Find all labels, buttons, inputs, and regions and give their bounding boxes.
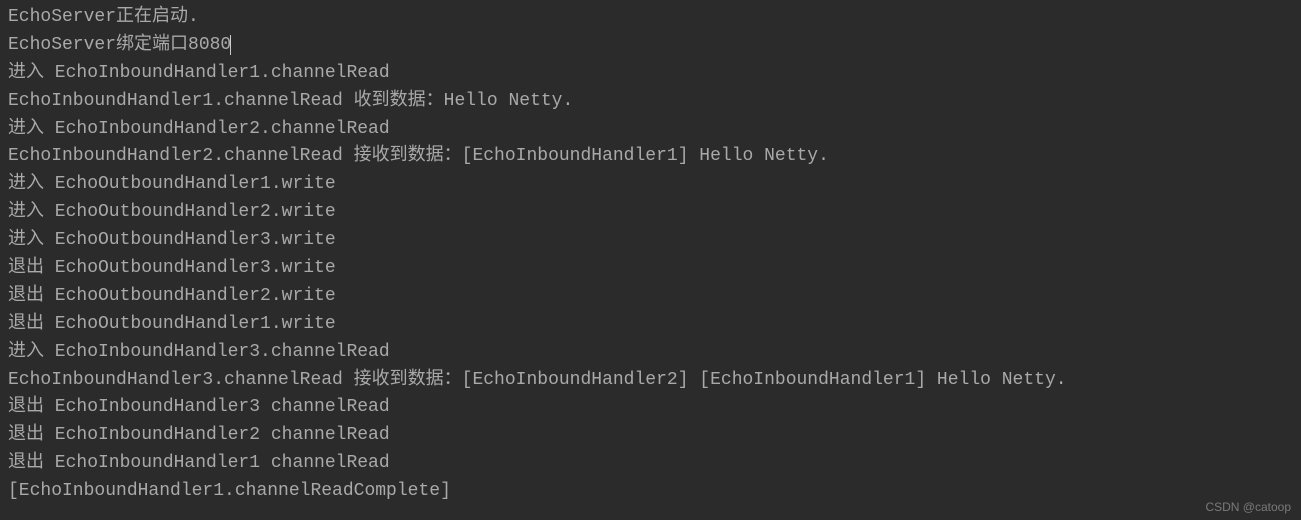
- log-line: EchoInboundHandler3.channelRead 接收到数据：[E…: [8, 367, 1293, 395]
- log-line: EchoInboundHandler1.channelRead 收到数据：Hel…: [8, 88, 1293, 116]
- log-line: 退出 EchoInboundHandler2 channelRead: [8, 422, 1293, 450]
- log-line: 退出 EchoOutboundHandler3.write: [8, 255, 1293, 283]
- log-line: 进入 EchoInboundHandler2.channelRead: [8, 116, 1293, 144]
- console-output[interactable]: EchoServer正在启动.EchoServer绑定端口8080进入 Echo…: [8, 4, 1293, 506]
- log-line: EchoServer绑定端口8080: [8, 32, 1293, 60]
- text-cursor: [230, 35, 231, 55]
- log-line: 退出 EchoInboundHandler3 channelRead: [8, 394, 1293, 422]
- log-line: EchoInboundHandler2.channelRead 接收到数据：[E…: [8, 143, 1293, 171]
- log-line: 进入 EchoOutboundHandler1.write: [8, 171, 1293, 199]
- watermark: CSDN @catoop: [1205, 500, 1291, 514]
- log-line: EchoServer正在启动.: [8, 4, 1293, 32]
- log-line: 退出 EchoOutboundHandler1.write: [8, 311, 1293, 339]
- log-line: 退出 EchoInboundHandler1 channelRead: [8, 450, 1293, 478]
- log-line: 进入 EchoInboundHandler1.channelRead: [8, 60, 1293, 88]
- log-line: [EchoInboundHandler1.channelReadComplete…: [8, 478, 1293, 506]
- log-line: 退出 EchoOutboundHandler2.write: [8, 283, 1293, 311]
- log-line: 进入 EchoOutboundHandler3.write: [8, 227, 1293, 255]
- log-line: 进入 EchoOutboundHandler2.write: [8, 199, 1293, 227]
- log-line: 进入 EchoInboundHandler3.channelRead: [8, 339, 1293, 367]
